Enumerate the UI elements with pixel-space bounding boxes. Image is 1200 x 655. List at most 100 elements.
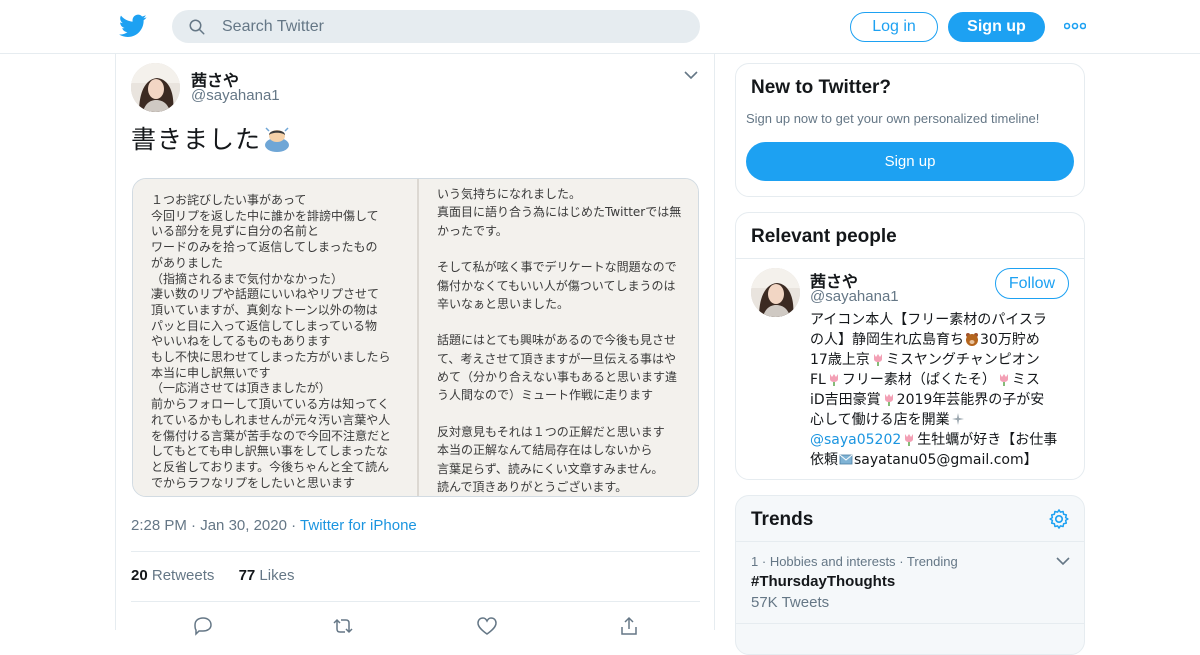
media-text-line: 傷付かなくてもいい人が傷ついてしまうのは (437, 278, 676, 293)
media-text-line: もし不快に思わせてしまった方がいましたら (151, 350, 391, 364)
trends-card: Trends 1 · Hobbies and interests · Trend… (735, 495, 1085, 655)
media-text-line: 今回リプを返した中に誰かを誹謗中傷して (151, 208, 379, 223)
card-title: Relevant people (751, 226, 897, 247)
media-image-right: いう気持ちになれました。 真面目に語り合う為にはじめたTwitterでは無 かったで… (417, 179, 698, 496)
likes-count: 77 (238, 567, 256, 584)
trend-name-link[interactable]: #ThursdayThoughts (751, 573, 895, 590)
trend-tweet-count: 57K Tweets (751, 594, 830, 611)
media-image-left: １つお詫びしたい事があって 今回リプを返した中に誰かを誹謗中傷して いる部分を見ずに… (133, 179, 416, 496)
tulip-emoji-icon (884, 394, 893, 406)
bio-line: 17歳上京 ミスヤングチャンピオン (810, 352, 1040, 368)
media-text-line: て、考えさせて頂きますが一旦伝える事はや (437, 351, 677, 366)
divider (736, 623, 1084, 624)
bio-line: 心して働ける店を開業 (810, 410, 1076, 430)
media-text-line: れているかもしれませんが元々汚い言葉や人 (151, 412, 391, 427)
tweet-text-content: 書きました (131, 125, 262, 154)
media-text-line: 頂いていますが、真剣なトーン以外の物は (151, 302, 378, 317)
bio-line: アイコン本人【フリー素材のパイスラ (810, 312, 1047, 328)
media-text-line: 真面目に語り合う為にはじめたTwitterでは無 (437, 205, 682, 220)
card-subtitle: Sign up now to get your own personalized… (746, 111, 1040, 126)
chevron-down-icon[interactable] (1056, 556, 1070, 566)
more-options-icon[interactable] (1064, 20, 1086, 32)
media-text-line: 言葉足らず、読みにくい文章すみません。 (437, 461, 664, 476)
media-text-line: う人間なので）ミュート作戦に走ります (437, 388, 654, 403)
media-text-line: いる部分を見ずに自分の名前と (151, 224, 320, 239)
media-text-line: １つお詫びしたい事があって (151, 193, 307, 207)
media-text-line: 読んで頂きありがとうございます。 (437, 479, 628, 494)
author-avatar[interactable] (131, 63, 180, 112)
media-text-line: やいいねをしてるものもあります (151, 334, 331, 349)
retweets-count: 20 (131, 567, 148, 584)
tweet-media-image[interactable]: １つお詫びしたい事があって 今回リプを返した中に誰かを誹謗中傷して いる部分を見ずに… (132, 178, 699, 497)
trend-status: Trending (906, 554, 958, 569)
chevron-down-icon[interactable] (684, 70, 698, 80)
login-button[interactable]: Log in (850, 12, 938, 42)
tweet-time[interactable]: 2:28 PM (131, 517, 187, 534)
tweet-text: 書きました (131, 120, 291, 156)
search-icon (189, 19, 205, 35)
twitter-logo-icon[interactable] (119, 12, 147, 40)
author-handle[interactable]: @sayahana1 (191, 87, 280, 104)
search-input[interactable] (222, 10, 682, 43)
share-icon[interactable] (618, 616, 640, 636)
person-bio: アイコン本人【フリー素材のパイスラ の人】静岡生れ広島育ち 30万貯め 17歳上京… (810, 310, 1076, 470)
retweet-icon[interactable] (332, 616, 354, 636)
reply-icon[interactable] (192, 616, 214, 636)
follow-button[interactable]: Follow (995, 268, 1069, 299)
envelope-emoji-icon (839, 454, 853, 465)
media-text-line: 反対意見もそれは１つの正解だと思います (437, 424, 665, 439)
media-text-line: （一応消させては頂きましたが） (151, 381, 331, 396)
new-to-twitter-card: New to Twitter? Sign up now to get your … (735, 63, 1085, 197)
relevant-people-card: Relevant people 茜さや @sayahana1 Follow アイ… (735, 212, 1085, 480)
likes-label: Likes (259, 567, 295, 584)
tweet-detail: 茜さや @sayahana1 書きました １つお詫びしたい事があって 今回リプを返… (115, 54, 715, 636)
bio-line: FL フリー素材（ぱくたそ） ミス (810, 372, 1040, 388)
media-text-line: パッと目に入って返信してしまっている物 (151, 318, 377, 333)
gear-icon[interactable] (1048, 508, 1070, 530)
signup-button[interactable]: Sign up (948, 12, 1045, 42)
likes-stat[interactable]: 77 Likes (239, 567, 295, 584)
tweet-stats: 20 Retweets 77 Likes (131, 567, 294, 584)
person-bowing-emoji-icon (265, 127, 290, 152)
bio-mention-link[interactable]: @saya05202 (810, 432, 901, 448)
person-avatar[interactable] (751, 268, 800, 317)
media-text-line: でからラフなリプをしたいと思います (151, 475, 356, 490)
tulip-emoji-icon (873, 354, 882, 366)
media-text-line: ワードのみを拾って返信してしまったもの (151, 240, 378, 255)
divider (736, 541, 1084, 542)
separator-dot: · (291, 517, 301, 534)
media-text-line: と反省しております。今後ちゃんと全て読ん (151, 459, 390, 474)
divider (131, 551, 700, 552)
media-text-line: （指摘されるまで気付かなかった） (151, 271, 344, 286)
tweet-source-link[interactable]: Twitter for iPhone (300, 517, 417, 534)
card-title: New to Twitter? (751, 77, 892, 98)
media-text-line: 話題にはとても興味があるので今後も見させ (437, 333, 677, 348)
tweet-date[interactable]: Jan 30, 2020 (200, 517, 287, 534)
sparkle-emoji-icon (951, 413, 964, 425)
retweets-label: Retweets (151, 567, 215, 584)
person-handle[interactable]: @sayahana1 (810, 288, 899, 305)
trend-meta: 1 · Hobbies and interests · Trending (751, 554, 958, 569)
search-bar[interactable] (172, 10, 700, 43)
media-text-line: がありました (151, 255, 224, 270)
tulip-emoji-icon (829, 374, 838, 386)
bio-line: の人】静岡生れ広島育ち 30万貯め (810, 332, 1040, 348)
tulip-emoji-icon (999, 374, 1008, 386)
bear-emoji-icon (966, 333, 978, 346)
separator-dot: · (899, 554, 907, 569)
signup-button-large[interactable]: Sign up (746, 142, 1074, 181)
bio-line: iD吉田豪賞 2019年芸能界の子が安 (810, 392, 1045, 408)
divider (736, 258, 1084, 259)
media-text-line: そして私が呟く事でデリケートな問題なので (437, 260, 677, 275)
card-title: Trends (751, 509, 814, 530)
media-text-line: 本当の正解なんて結局存在はしないから (437, 443, 653, 458)
media-text-line: を傷付ける言葉が苦手なので今回不注意だと (151, 428, 392, 443)
retweets-stat[interactable]: 20 Retweets (131, 567, 214, 584)
top-navigation-bar: Log in Sign up (0, 0, 1200, 54)
like-heart-icon[interactable] (476, 616, 498, 636)
tweet-timestamp: 2:28 PM · Jan 30, 2020 · Twitter for iPh… (131, 517, 417, 534)
trend-category: Hobbies and interests (769, 554, 896, 569)
tulip-emoji-icon (905, 434, 914, 446)
trend-rank: 1 (751, 554, 759, 569)
bio-line: 依頼 sayatanu05@gmail.com】 (810, 452, 1038, 468)
